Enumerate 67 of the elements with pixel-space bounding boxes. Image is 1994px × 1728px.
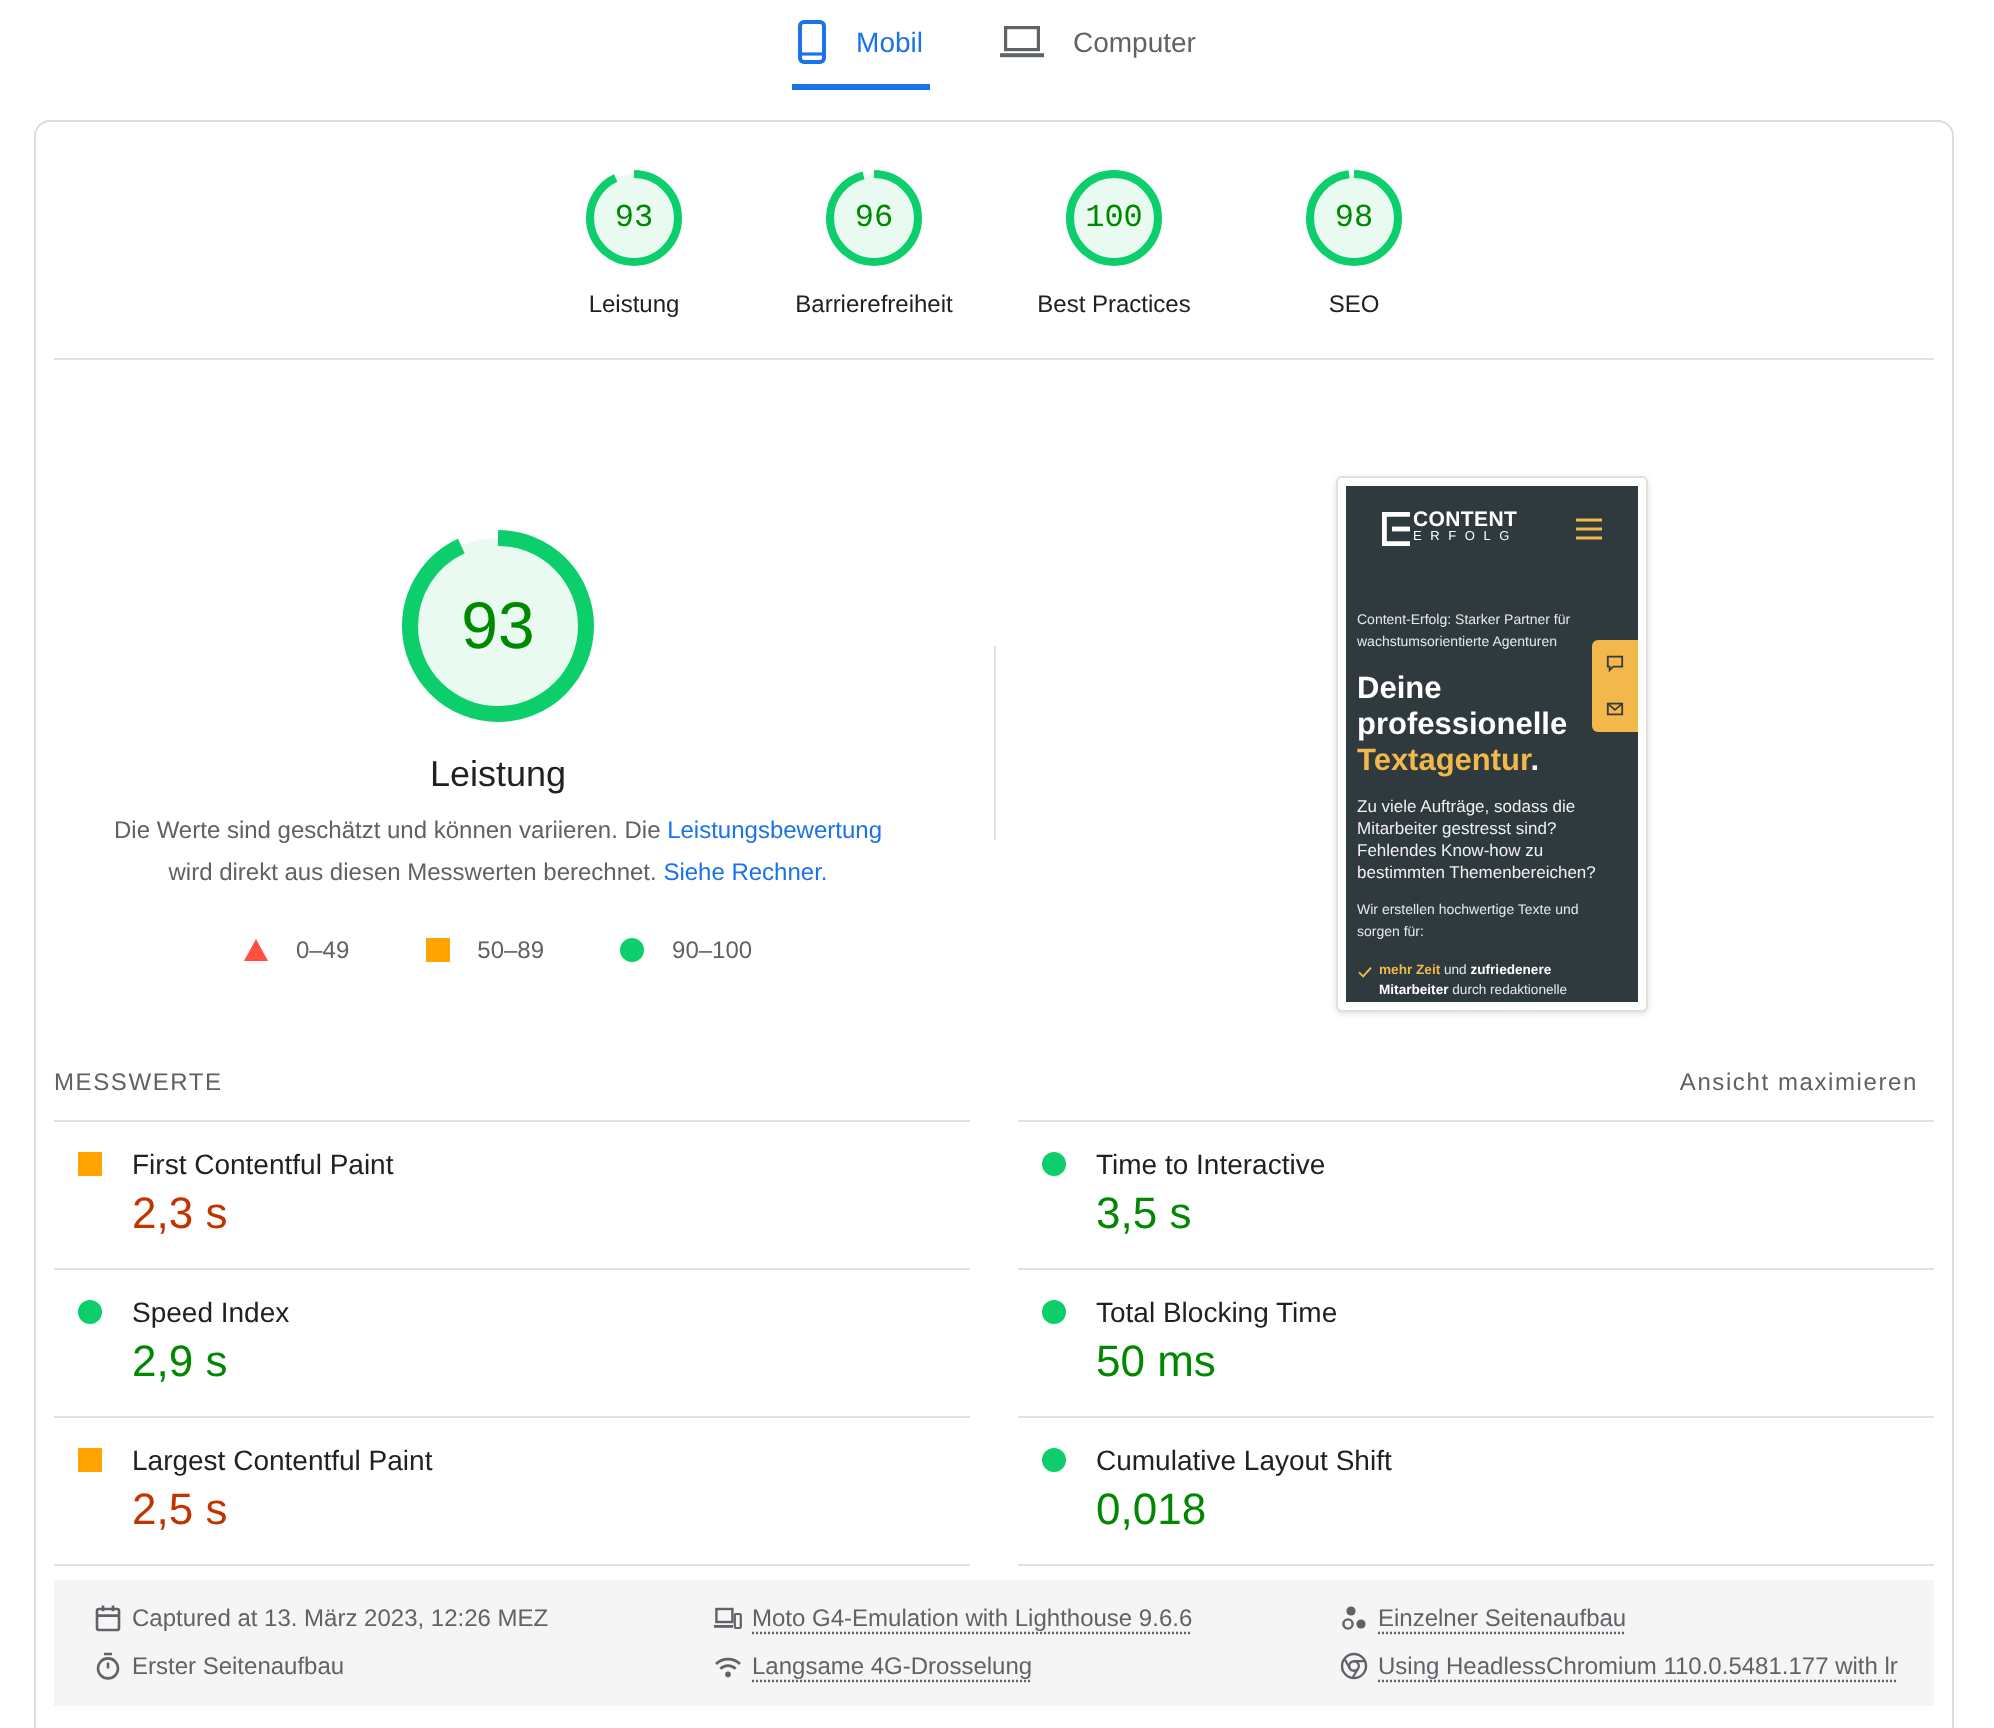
circle-icon [78, 1300, 102, 1324]
browser-icon [1340, 1652, 1368, 1680]
device-tab[interactable]: Mobil [792, 0, 929, 90]
metric-name: Total Blocking Time [1096, 1294, 1338, 1332]
metric-name: Largest Contentful Paint [132, 1442, 433, 1480]
laptop-icon [999, 26, 1043, 58]
link[interactable]: Siehe Rechner. [663, 858, 828, 886]
metric-value: 50 ms [1096, 1334, 1216, 1390]
info-link[interactable]: Moto G4-Emulation with Lighthouse 9.6.6 [752, 1594, 1193, 1642]
info-text: Captured at 13. März 2023, 12:26 MEZ [132, 1602, 549, 1636]
metric-name: Time to Interactive [1096, 1146, 1326, 1184]
metric-value: 0,018 [1096, 1482, 1207, 1538]
metric-value: 2,3 s [132, 1186, 228, 1242]
legend-range: 0–49 [295, 934, 350, 968]
phone-icon [798, 20, 827, 64]
devices-icon [714, 1604, 742, 1632]
score-value: 98 [1334, 200, 1374, 236]
intro-text: Zu viele Aufträge, sodass die Mitarbeiter gestresst sind? Fehlendes Know-how zu bestimmten Themenbereichen? [1357, 796, 1598, 884]
legend-range: 90–100 [672, 934, 753, 968]
menu-icon [1575, 517, 1601, 539]
triangle-icon [243, 938, 268, 962]
category-label[interactable]: Barrierefreiheit [795, 286, 953, 322]
score-gauge[interactable] [1066, 170, 1162, 266]
metric-value: 2,5 s [132, 1482, 228, 1538]
info-link[interactable]: Using HeadlessChromium 110.0.5481.177 with lr [1378, 1642, 1898, 1690]
category-label[interactable]: Best Practices [1037, 286, 1191, 322]
device-tab[interactable]: Computer [993, 0, 1202, 90]
metric-name: Cumulative Layout Shift [1096, 1442, 1392, 1480]
score-value: 100 [1085, 200, 1143, 236]
circle-icon [1042, 1152, 1066, 1176]
circle-icon [1042, 1300, 1066, 1324]
score-description: Die Werte sind geschätzt und können variieren. Die Leistungsbewertung wird direkt aus diesen Messwerten berechnet. Siehe Rechner. [111, 814, 884, 890]
score-gauge[interactable] [1306, 170, 1402, 266]
stopwatch-icon [94, 1652, 122, 1680]
chat-icon [1605, 654, 1623, 672]
circle-icon [620, 938, 645, 962]
circles-icon [1340, 1604, 1368, 1632]
mail-icon [1605, 700, 1623, 718]
legend-range: 50–89 [477, 934, 545, 968]
metric-name: Speed Index [132, 1294, 290, 1332]
square-icon [425, 938, 450, 962]
score-gauge[interactable] [586, 170, 682, 266]
section-title: MESSWERTE [54, 1068, 223, 1096]
check-icon [1357, 966, 1371, 978]
headline: Deine professionelle Textagentur. [1357, 672, 1570, 780]
logo-icon [1381, 511, 1409, 545]
wifi-icon [714, 1652, 742, 1680]
info-text: Erster Seitenaufbau [132, 1650, 345, 1684]
score-gauge[interactable] [826, 170, 922, 266]
square-icon [78, 1152, 102, 1176]
category-label[interactable]: SEO [1328, 286, 1380, 322]
score-value: 93 [614, 200, 654, 236]
square-icon [78, 1448, 102, 1472]
calendar-icon [94, 1604, 122, 1632]
metric-value: 2,9 s [132, 1334, 228, 1390]
logo-text: CONTENT [1413, 510, 1519, 530]
metric-value: 3,5 s [1096, 1186, 1192, 1242]
category-label[interactable]: Leistung [588, 286, 680, 322]
circle-icon [1042, 1448, 1066, 1472]
score-value: 96 [854, 200, 894, 236]
info-link[interactable]: Langsame 4G-Drosselung [752, 1642, 1033, 1690]
metric-name: First Contentful Paint [132, 1146, 394, 1184]
category-title: Leistung [429, 752, 567, 798]
info-link[interactable]: Einzelner Seitenaufbau [1378, 1594, 1627, 1642]
score-value: 93 [461, 588, 535, 664]
link[interactable]: Leistungsbewertung [667, 816, 882, 844]
expand-view-toggle[interactable]: Ansicht maximieren [1679, 1068, 1918, 1096]
